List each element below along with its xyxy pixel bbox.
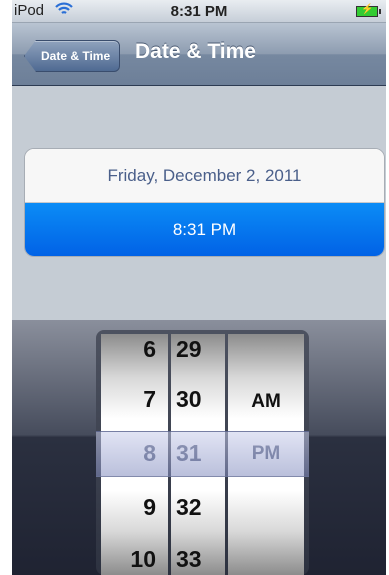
picker-frame: 6 7 8 9 10 29 30 31 32 33 AM PM xyxy=(96,330,309,575)
selection-indicator xyxy=(96,431,309,477)
phone-screen: iPod 8:31 PM ⚡ Date & Time Date & Time F… xyxy=(12,0,386,575)
hour-option[interactable]: 9 xyxy=(101,494,168,521)
hour-option[interactable]: 6 xyxy=(101,336,168,363)
settings-content: Friday, December 2, 2011 8:31 PM xyxy=(12,86,386,320)
ampm-option[interactable]: AM xyxy=(228,391,304,413)
back-button[interactable]: Date & Time xyxy=(24,40,121,72)
navigation-bar: Date & Time Date & Time xyxy=(12,23,386,86)
minute-option[interactable]: 30 xyxy=(171,386,225,413)
time-picker[interactable]: 6 7 8 9 10 29 30 31 32 33 AM PM xyxy=(12,320,386,575)
status-bar: iPod 8:31 PM ⚡ xyxy=(12,0,386,23)
hour-option[interactable]: 7 xyxy=(101,386,168,413)
date-row[interactable]: Friday, December 2, 2011 xyxy=(25,149,384,203)
minute-option[interactable]: 32 xyxy=(171,494,225,521)
minute-option[interactable]: 33 xyxy=(171,546,225,573)
minute-option[interactable]: 29 xyxy=(171,336,225,363)
hour-option[interactable]: 10 xyxy=(101,546,168,573)
time-row[interactable]: 8:31 PM xyxy=(25,203,384,256)
date-time-group: Friday, December 2, 2011 8:31 PM xyxy=(24,148,385,257)
battery-charging-icon: ⚡ xyxy=(356,4,381,17)
status-time: 8:31 PM xyxy=(170,3,228,20)
page-title: Date & Time xyxy=(135,40,256,63)
